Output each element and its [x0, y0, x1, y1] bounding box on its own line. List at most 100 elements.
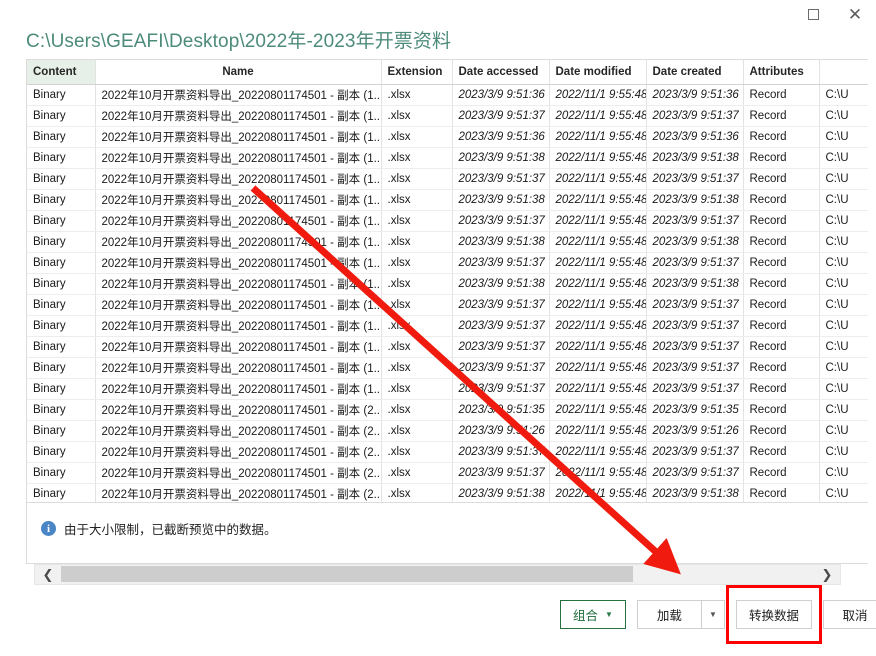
table-row[interactable]: Binary 2022年10月开票资料导出_20220801174501 - 副本…: [27, 378, 868, 400]
table-row[interactable]: Binary 2022年10月开票资料导出_20220801174501 - 副本…: [27, 315, 868, 337]
close-button[interactable]: ✕: [834, 0, 876, 28]
cell-extension: .xlsx: [381, 105, 453, 127]
cell-name: 2022年10月开票资料导出_20220801174501 - 副本 (1...: [95, 273, 382, 295]
cell-name: 2022年10月开票资料导出_20220801174501 - 副本 (1...: [95, 294, 382, 316]
table-row[interactable]: Binary 2022年10月开票资料导出_20220801174501 - 副本…: [27, 273, 868, 295]
scrollbar-thumb[interactable]: [61, 566, 634, 582]
cell-folder-path: C:\U: [819, 231, 868, 253]
cell-date-accessed: 2023/3/9 9:51:37: [452, 441, 550, 463]
table-row[interactable]: Binary 2022年10月开票资料导出_20220801174501 - 副本…: [27, 147, 868, 169]
transform-data-highlight-wrap: 转换数据: [725, 585, 822, 644]
cell-attributes: Record: [743, 126, 820, 148]
cell-content: Binary: [27, 336, 96, 358]
table-row[interactable]: Binary 2022年10月开票资料导出_20220801174501 - 副本…: [27, 336, 868, 358]
cancel-button[interactable]: 取消: [822, 600, 876, 629]
table-row[interactable]: Binary 2022年10月开票资料导出_20220801174501 - 副本…: [27, 462, 868, 484]
cell-date-modified: 2022/11/1 9:55:48: [549, 168, 647, 190]
cell-folder-path: C:\U: [819, 420, 868, 442]
cell-name: 2022年10月开票资料导出_20220801174501 - 副本 (1...: [95, 357, 382, 379]
cell-name: 2022年10月开票资料导出_20220801174501 - 副本 (1...: [95, 126, 382, 148]
table-row[interactable]: Binary 2022年10月开票资料导出_20220801174501 - 副本…: [27, 168, 868, 190]
table-row[interactable]: Binary 2022年10月开票资料导出_20220801174501 - 副本…: [27, 399, 868, 421]
combine-button[interactable]: 组合 ▼: [560, 600, 626, 629]
cell-date-created: 2023/3/9 9:51:37: [646, 210, 744, 232]
column-header-content[interactable]: Content: [27, 60, 96, 85]
cell-folder-path: C:\U: [819, 462, 868, 484]
cell-date-accessed: 2023/3/9 9:51:37: [452, 105, 550, 127]
cell-date-created: 2023/3/9 9:51:38: [646, 147, 744, 169]
cell-date-modified: 2022/11/1 9:55:48: [549, 105, 647, 127]
cell-content: Binary: [27, 252, 96, 274]
cell-folder-path: C:\U: [819, 105, 868, 127]
cell-date-modified: 2022/11/1 9:55:48: [549, 483, 647, 502]
column-header-date-modified[interactable]: Date modified: [549, 60, 647, 85]
table-row[interactable]: Binary 2022年10月开票资料导出_20220801174501 - 副本…: [27, 294, 868, 316]
cell-folder-path: C:\U: [819, 84, 868, 106]
load-split-button[interactable]: 加载 ▼: [636, 600, 725, 629]
column-header-folder-path[interactable]: [819, 60, 868, 85]
table-row[interactable]: Binary 2022年10月开票资料导出_20220801174501 - 副本…: [27, 231, 868, 253]
cell-date-created: 2023/3/9 9:51:37: [646, 462, 744, 484]
transform-data-button[interactable]: 转换数据: [735, 600, 812, 629]
cell-extension: .xlsx: [381, 147, 453, 169]
table-row[interactable]: Binary 2022年10月开票资料导出_20220801174501 - 副本…: [27, 441, 868, 463]
cell-date-modified: 2022/11/1 9:55:48: [549, 147, 647, 169]
table-row[interactable]: Binary 2022年10月开票资料导出_20220801174501 - 副本…: [27, 210, 868, 232]
cell-date-created: 2023/3/9 9:51:38: [646, 273, 744, 295]
table-row[interactable]: Binary 2022年10月开票资料导出_20220801174501 - 副本…: [27, 105, 868, 127]
cell-extension: .xlsx: [381, 210, 453, 232]
cell-folder-path: C:\U: [819, 126, 868, 148]
cell-attributes: Record: [743, 210, 820, 232]
cell-folder-path: C:\U: [819, 357, 868, 379]
info-bar: i 由于大小限制，已截断预览中的数据。: [26, 503, 868, 564]
table-row[interactable]: Binary 2022年10月开票资料导出_20220801174501 - 副本…: [27, 420, 868, 442]
table-body: Binary 2022年10月开票资料导出_20220801174501 - 副本…: [27, 84, 868, 502]
table-row[interactable]: Binary 2022年10月开票资料导出_20220801174501 - 副本…: [27, 357, 868, 379]
cell-date-accessed: 2023/3/9 9:51:37: [452, 252, 550, 274]
cell-date-accessed: 2023/3/9 9:51:37: [452, 462, 550, 484]
cell-date-created: 2023/3/9 9:51:37: [646, 294, 744, 316]
cell-content: Binary: [27, 462, 96, 484]
load-button[interactable]: 加载: [636, 600, 701, 629]
cell-date-accessed: 2023/3/9 9:51:38: [452, 273, 550, 295]
cell-name: 2022年10月开票资料导出_20220801174501 - 副本 (2...: [95, 420, 382, 442]
cell-name: 2022年10月开票资料导出_20220801174501 - 副本 (1...: [95, 105, 382, 127]
cell-attributes: Record: [743, 231, 820, 253]
table-row[interactable]: Binary 2022年10月开票资料导出_20220801174501 - 副本…: [27, 483, 868, 502]
cell-attributes: Record: [743, 273, 820, 295]
horizontal-scrollbar[interactable]: ❮ ❯: [34, 564, 841, 585]
scroll-left-icon[interactable]: ❮: [35, 565, 61, 584]
cell-content: Binary: [27, 126, 96, 148]
title-bar: ✕: [0, 0, 876, 28]
column-header-date-created[interactable]: Date created: [646, 60, 744, 85]
cell-attributes: Record: [743, 147, 820, 169]
cell-content: Binary: [27, 189, 96, 211]
maximize-button[interactable]: [792, 0, 834, 28]
cell-extension: .xlsx: [381, 441, 453, 463]
column-header-date-accessed[interactable]: Date accessed: [452, 60, 550, 85]
preview-table-container[interactable]: Content Name Extension Date accessed Dat…: [26, 59, 868, 503]
cell-name: 2022年10月开票资料导出_20220801174501 - 副本 (1...: [95, 336, 382, 358]
cell-date-accessed: 2023/3/9 9:51:35: [452, 399, 550, 421]
load-dropdown-button[interactable]: ▼: [700, 600, 725, 629]
cell-name: 2022年10月开票资料导出_20220801174501 - 副本 (1...: [95, 84, 382, 106]
column-header-extension[interactable]: Extension: [381, 60, 453, 85]
table-row[interactable]: Binary 2022年10月开票资料导出_20220801174501 - 副本…: [27, 126, 868, 148]
scroll-right-icon[interactable]: ❯: [814, 565, 840, 584]
cell-date-created: 2023/3/9 9:51:38: [646, 483, 744, 502]
cell-content: Binary: [27, 294, 96, 316]
column-header-name[interactable]: Name: [95, 60, 382, 85]
table-row[interactable]: Binary 2022年10月开票资料导出_20220801174501 - 副本…: [27, 252, 868, 274]
cancel-button-label: 取消: [842, 609, 868, 623]
cell-date-created: 2023/3/9 9:51:37: [646, 357, 744, 379]
cell-extension: .xlsx: [381, 294, 453, 316]
cell-attributes: Record: [743, 420, 820, 442]
table-row[interactable]: Binary 2022年10月开票资料导出_20220801174501 - 副本…: [27, 189, 868, 211]
scrollbar-track[interactable]: [61, 565, 814, 584]
cell-extension: .xlsx: [381, 189, 453, 211]
column-header-attributes[interactable]: Attributes: [743, 60, 820, 85]
cell-name: 2022年10月开票资料导出_20220801174501 - 副本 (1...: [95, 189, 382, 211]
load-button-label: 加载: [656, 609, 682, 623]
table-row[interactable]: Binary 2022年10月开票资料导出_20220801174501 - 副本…: [27, 84, 868, 106]
info-icon: i: [41, 521, 56, 536]
